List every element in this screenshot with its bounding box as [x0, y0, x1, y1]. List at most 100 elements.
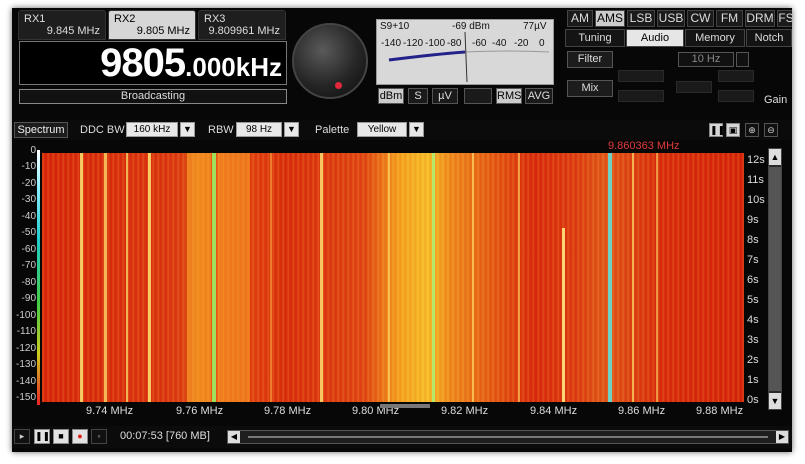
freq-tick: 9.86 MHz	[618, 405, 666, 417]
db-tick: -50	[21, 227, 36, 238]
scroll-right-icon[interactable]: ▶	[776, 431, 788, 443]
db-tick: -30	[21, 194, 36, 205]
disabled-control	[618, 70, 664, 82]
pause-icon[interactable]: ❚❚	[709, 123, 725, 137]
carrier-line	[608, 153, 612, 402]
carrier-line	[562, 228, 565, 402]
time-tick: 1s	[747, 374, 759, 386]
stop-icon[interactable]: ■	[53, 429, 69, 444]
db-tick: -100	[15, 310, 36, 321]
mode-lsb-button[interactable]: LSB	[627, 10, 655, 27]
ddc-bw-select[interactable]: 160 kHz	[126, 122, 178, 137]
freq-tick: 9.78 MHz	[264, 405, 312, 417]
filter-button[interactable]: Filter	[567, 51, 613, 68]
db-tick: 0	[30, 145, 36, 156]
rx3-name: RX3	[204, 13, 226, 25]
scroll-left-icon[interactable]: ◀	[228, 431, 240, 443]
freq-tick: 9.74 MHz	[86, 405, 134, 417]
tab-audio[interactable]: Audio	[626, 29, 684, 47]
meter-uv-button[interactable]: µV	[432, 88, 458, 104]
gain-label: Gain	[764, 94, 788, 106]
time-tick: 11s	[747, 174, 764, 186]
mix-button[interactable]: Mix	[567, 80, 613, 97]
spectrum-button[interactable]: Spectrum	[14, 122, 68, 138]
db-tick: -150	[15, 392, 36, 403]
mode-usb-button[interactable]: USB	[657, 10, 685, 27]
meter-dbm-button[interactable]: dBm	[378, 88, 404, 104]
filter-arrow-icon[interactable]	[736, 52, 749, 67]
frequency-display[interactable]: 9805.000kHz	[19, 41, 287, 85]
rx2-tab[interactable]: RX2 9.805 MHz	[108, 10, 196, 40]
rx2-freq: 9.805 MHz	[136, 25, 190, 37]
db-tick: -80	[21, 277, 36, 288]
db-tick: -10	[21, 161, 36, 172]
meter-avg-button[interactable]: AVG	[525, 88, 553, 104]
zoom-in-icon[interactable]: ⊕	[745, 123, 759, 137]
tuning-knob[interactable]	[292, 23, 368, 99]
ddc-bw-label: DDC BW	[80, 124, 125, 136]
sdr-window: RX1 9.845 MHz RX2 9.805 MHz RX3 9.809961…	[12, 8, 792, 452]
meter-blank-button[interactable]	[464, 88, 492, 104]
disabled-control	[618, 90, 664, 102]
rx1-tab[interactable]: RX1 9.845 MHz	[18, 10, 106, 40]
rx3-tab[interactable]: RX3 9.809961 MHz	[198, 10, 286, 40]
db-tick: -110	[16, 326, 36, 337]
time-tick: 10s	[747, 194, 765, 206]
file-size: [760 MB]	[165, 430, 210, 442]
filter-value[interactable]: 10 Hz	[678, 52, 734, 67]
time-tick: 9s	[747, 214, 759, 226]
carrier-line	[432, 153, 435, 402]
waterfall-display[interactable]	[42, 153, 744, 402]
mode-fm-button[interactable]: FM	[716, 10, 743, 27]
scroll-up-icon[interactable]: ▲	[769, 149, 781, 165]
carrier-line	[320, 153, 323, 402]
mode-drm-button[interactable]: DRM	[745, 10, 775, 27]
palette-dropdown-icon[interactable]: ▼	[409, 122, 424, 137]
loop-icon[interactable]: ◦	[91, 429, 107, 444]
db-tick: -40	[21, 211, 36, 222]
ddc-bandwidth-indicator	[380, 404, 430, 408]
playback-position-slider[interactable]: ◀ ▶	[227, 430, 789, 444]
time-tick: 2s	[747, 354, 759, 366]
rx2-name: RX2	[114, 13, 136, 25]
slider-track	[248, 436, 768, 438]
tab-notch[interactable]: Notch	[746, 29, 792, 47]
scroll-thumb[interactable]	[769, 167, 781, 391]
rx1-name: RX1	[24, 13, 46, 25]
waterfall-vertical-scrollbar[interactable]: ▲ ▼	[768, 148, 782, 410]
palette-select[interactable]: Yellow	[357, 122, 407, 137]
menu-icon[interactable]: ▸	[14, 429, 30, 444]
db-tick: -120	[15, 343, 36, 354]
disabled-control	[676, 81, 712, 93]
mode-cw-button[interactable]: CW	[687, 10, 714, 27]
playback-time: 00:07:53 [760 MB]	[120, 430, 210, 442]
tab-tuning[interactable]: Tuning	[565, 29, 625, 47]
rbw-dropdown-icon[interactable]: ▼	[284, 122, 299, 137]
freq-tick: 9.82 MHz	[441, 405, 489, 417]
mode-ams-button[interactable]: AMS	[595, 10, 625, 27]
elapsed-time: 00:07:53	[120, 430, 163, 442]
rx3-freq: 9.809961 MHz	[208, 25, 280, 37]
time-tick: 6s	[747, 274, 759, 286]
time-tick: 7s	[747, 254, 759, 266]
record-icon[interactable]: ●	[72, 429, 88, 444]
meter-s-button[interactable]: S	[408, 88, 428, 104]
tab-memory[interactable]: Memory	[685, 29, 745, 47]
pause-playback-icon[interactable]: ❚❚	[34, 429, 50, 444]
mode-am-button[interactable]: AM	[567, 10, 593, 27]
time-tick: 4s	[747, 314, 759, 326]
carrier-line	[270, 153, 272, 402]
db-tick: -90	[21, 293, 36, 304]
time-tick: 8s	[747, 234, 759, 246]
save-icon[interactable]: ▣	[726, 123, 740, 137]
scroll-down-icon[interactable]: ▼	[769, 393, 781, 409]
spectrum-toolbar: Spectrum DDC BW 160 kHz ▼ RBW 98 Hz ▼ Pa…	[12, 120, 792, 140]
carrier-line	[80, 153, 83, 402]
ddc-bw-dropdown-icon[interactable]: ▼	[180, 122, 195, 137]
zoom-out-icon[interactable]: ⊖	[764, 123, 778, 137]
mode-fs-button[interactable]: FS	[777, 10, 792, 27]
db-tick: -60	[21, 244, 36, 255]
palette-label: Palette	[315, 124, 350, 136]
meter-rms-button[interactable]: RMS	[496, 88, 522, 104]
rbw-select[interactable]: 98 Hz	[236, 122, 282, 137]
